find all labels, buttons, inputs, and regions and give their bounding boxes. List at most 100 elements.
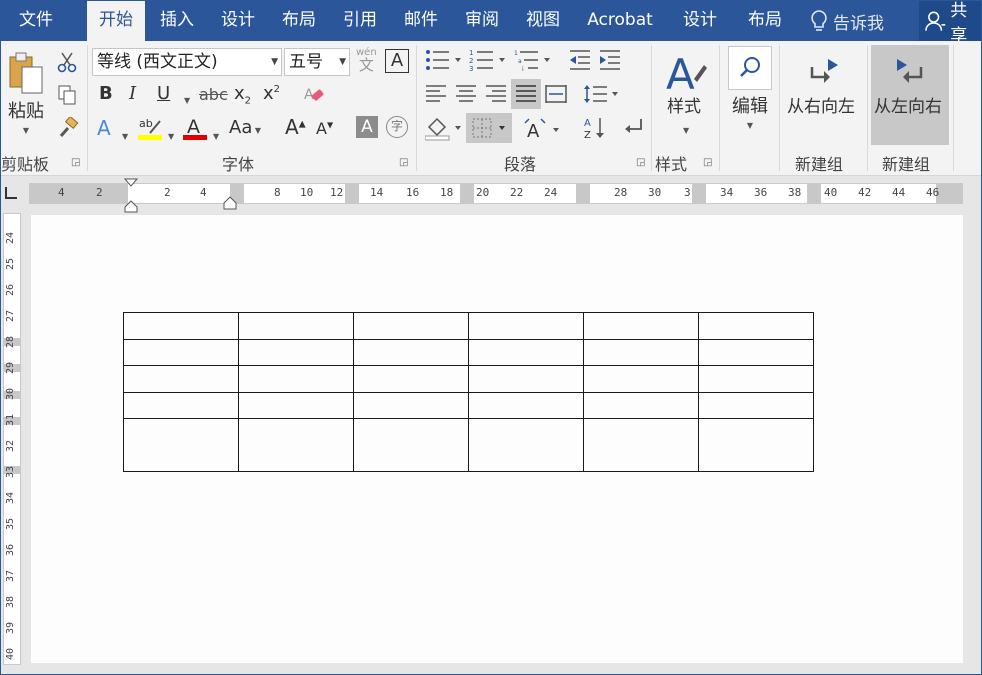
table-cell[interactable]	[123, 418, 239, 472]
tab-insert[interactable]: 插入	[149, 1, 205, 41]
column-marker[interactable]	[345, 184, 359, 203]
document-table[interactable]	[123, 312, 814, 472]
document-page[interactable]	[31, 215, 963, 663]
show-marks-icon[interactable]	[621, 115, 645, 145]
tab-selector-icon[interactable]	[5, 187, 17, 199]
chinese-layout-icon[interactable]: A	[523, 117, 563, 145]
rtl-button[interactable]: 从右向左	[785, 55, 861, 116]
shrink-font-button[interactable]: A▼	[316, 121, 333, 137]
tab-layout[interactable]: 布局	[271, 1, 327, 41]
tab-design[interactable]: 设计	[210, 1, 266, 41]
table-cell[interactable]	[238, 418, 354, 472]
character-shading-button[interactable]: A	[356, 116, 378, 138]
table-cell[interactable]	[123, 338, 239, 366]
table-cell[interactable]	[123, 365, 239, 393]
table-cell[interactable]	[468, 365, 584, 393]
italic-button[interactable]: I	[129, 85, 136, 103]
align-left-icon[interactable]	[425, 83, 447, 109]
tab-view[interactable]: 视图	[515, 1, 571, 41]
column-marker[interactable]	[460, 184, 474, 203]
text-effects-icon[interactable]: A	[97, 118, 111, 138]
format-painter-icon[interactable]	[57, 115, 79, 143]
table-cell[interactable]	[468, 418, 584, 472]
grow-font-button[interactable]: A▲	[285, 117, 306, 137]
font-color-dropdown-icon[interactable]: ▼	[213, 125, 219, 143]
sort-icon[interactable]: AZ	[583, 115, 607, 145]
table-cell[interactable]	[583, 312, 699, 340]
clipboard-launcher-icon[interactable]: ◲	[71, 157, 80, 168]
align-right-icon[interactable]	[485, 83, 507, 109]
table-cell[interactable]	[583, 338, 699, 366]
highlight-dropdown-icon[interactable]: ▼	[168, 125, 174, 143]
underline-button[interactable]: U	[157, 85, 170, 103]
copy-icon[interactable]	[57, 84, 77, 110]
table-cell[interactable]	[123, 391, 239, 419]
borders-icon[interactable]	[466, 113, 512, 143]
character-border-icon[interactable]: A	[385, 49, 409, 73]
shading-icon[interactable]	[424, 115, 465, 145]
paste-button[interactable]: 粘贴 ▼	[5, 51, 47, 141]
font-color-icon[interactable]: A	[183, 115, 209, 145]
ltr-button[interactable]: 从左向右	[871, 45, 949, 145]
table-cell[interactable]	[123, 312, 239, 340]
subscript-button[interactable]: x2	[234, 85, 251, 107]
table-cell[interactable]	[468, 312, 584, 340]
highlight-color-icon[interactable]: ab	[138, 115, 164, 145]
table-cell[interactable]	[698, 391, 814, 419]
table-cell[interactable]	[238, 312, 354, 340]
underline-dropdown-icon[interactable]: ▼	[184, 89, 190, 107]
change-case-button[interactable]: Aa ▼	[229, 119, 261, 137]
hanging-indent-icon[interactable]	[223, 195, 237, 211]
table-cell[interactable]	[238, 338, 354, 366]
table-cell[interactable]	[353, 365, 469, 393]
clear-formatting-icon[interactable]: A	[303, 83, 325, 109]
styles-button[interactable]: A 样式 ▼	[661, 49, 711, 135]
tab-acrobat[interactable]: Acrobat	[577, 1, 663, 41]
column-marker[interactable]	[807, 184, 821, 203]
table-cell[interactable]	[353, 338, 469, 366]
table-cell[interactable]	[583, 391, 699, 419]
vertical-ruler[interactable]: 24 25 26 27 28 29 30 31 32 33 34 35 36 3…	[3, 213, 21, 665]
bold-button[interactable]: B	[99, 85, 113, 103]
share-button[interactable]: 共享	[919, 1, 981, 46]
tell-me-box[interactable]: 告诉我	[809, 5, 884, 37]
styles-launcher-icon[interactable]: ◲	[703, 157, 712, 168]
tab-references[interactable]: 引用	[332, 1, 388, 41]
align-center-icon[interactable]	[455, 83, 477, 109]
column-marker[interactable]	[576, 184, 590, 203]
distributed-icon[interactable]	[545, 83, 567, 109]
text-effects-dropdown-icon[interactable]: ▼	[122, 125, 128, 143]
table-cell[interactable]	[583, 418, 699, 472]
column-marker[interactable]	[692, 184, 706, 203]
table-cell[interactable]	[238, 365, 354, 393]
bullets-icon[interactable]	[425, 49, 465, 75]
strikethrough-button[interactable]: abc	[199, 87, 228, 103]
indent-marker-icon[interactable]	[123, 177, 139, 213]
font-launcher-icon[interactable]: ◲	[399, 157, 408, 168]
table-cell[interactable]	[353, 312, 469, 340]
tab-home[interactable]: 开始	[87, 1, 145, 43]
table-cell[interactable]	[698, 338, 814, 366]
table-cell[interactable]	[698, 418, 814, 472]
font-size-dropdown[interactable]: 五号 ▼	[284, 48, 350, 76]
table-cell[interactable]	[468, 391, 584, 419]
tab-table-design[interactable]: 设计	[671, 1, 729, 41]
tab-review[interactable]: 审阅	[454, 1, 510, 41]
justify-icon[interactable]	[511, 79, 541, 109]
table-cell[interactable]	[353, 391, 469, 419]
tab-mailings[interactable]: 邮件	[393, 1, 449, 41]
enclose-characters-button[interactable]: 字	[386, 116, 408, 138]
decrease-indent-icon[interactable]	[568, 49, 592, 75]
table-cell[interactable]	[698, 365, 814, 393]
increase-indent-icon[interactable]	[598, 49, 622, 75]
cut-icon[interactable]	[57, 51, 77, 77]
table-cell[interactable]	[238, 391, 354, 419]
line-spacing-icon[interactable]	[583, 83, 623, 109]
table-cell[interactable]	[698, 312, 814, 340]
numbering-icon[interactable]: 123	[469, 49, 509, 75]
multilevel-list-icon[interactable]: 1ai	[514, 49, 554, 75]
table-cell[interactable]	[353, 418, 469, 472]
tab-file[interactable]: 文件	[1, 1, 71, 41]
font-name-dropdown[interactable]: 等线 (西文正文) ▼	[92, 48, 282, 76]
table-cell[interactable]	[583, 365, 699, 393]
